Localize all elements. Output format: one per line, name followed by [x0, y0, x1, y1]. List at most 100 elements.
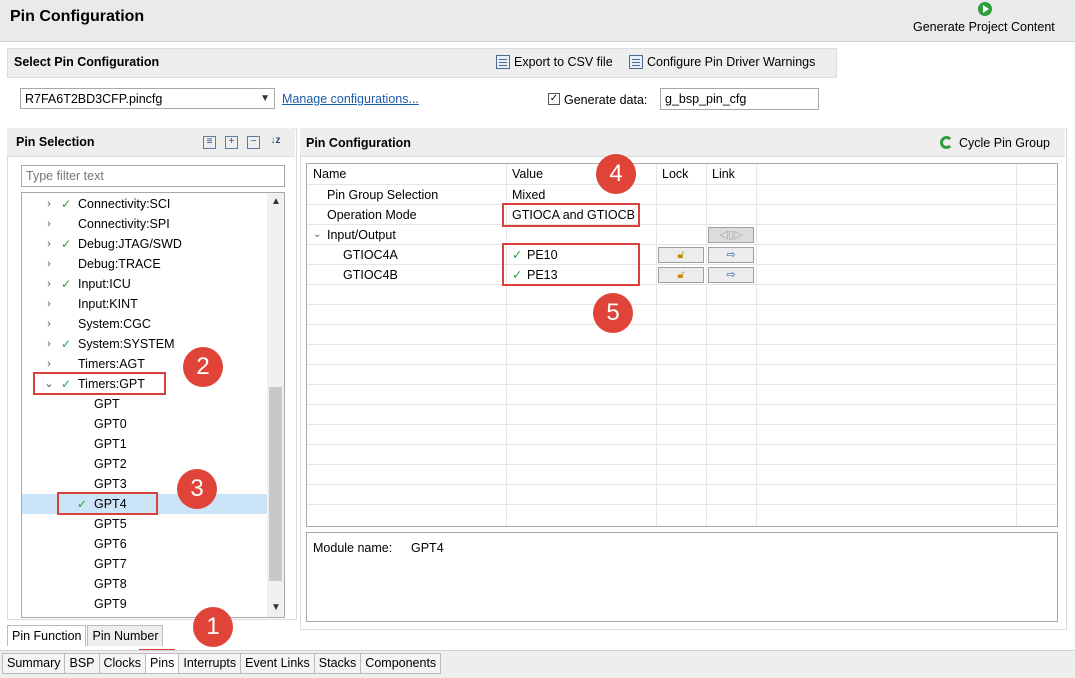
cycle-pin-group-button[interactable]: Cycle Pin Group [959, 136, 1050, 150]
generate-run-icon[interactable] [978, 2, 992, 16]
tree-item[interactable]: › ✓ Debug:JTAG/SWD [22, 234, 268, 254]
collapse-all-icon[interactable]: − [247, 136, 260, 149]
pin-config-select[interactable]: R7FA6T2BD3CFP.pincfg ▼ [20, 88, 275, 109]
scroll-up-icon[interactable]: ▲ [271, 196, 281, 207]
tree-item[interactable]: › ✓ System:SYSTEM [22, 334, 268, 354]
tree-item[interactable]: GPT3 [22, 474, 268, 494]
generate-data-input[interactable]: g_bsp_pin_cfg [660, 88, 819, 110]
tree-item[interactable]: GPT0 [22, 414, 268, 434]
list-view-icon[interactable]: ≡ [203, 136, 216, 149]
grid-column-line [1016, 164, 1017, 526]
tree-item[interactable]: › ✓ Connectivity:SCI [22, 194, 268, 214]
filter-input[interactable]: Type filter text [21, 165, 285, 187]
link-button[interactable]: ⇨ [708, 247, 754, 263]
tab-bsp[interactable]: BSP [64, 653, 100, 674]
pin-config-table: Name Value Lock Link Pin Group Selection… [306, 163, 1058, 527]
cycle-icon [940, 136, 953, 149]
grid-row-line [307, 344, 1057, 345]
chevron-right-icon[interactable]: › [44, 294, 54, 314]
tree-item[interactable]: GPT9 [22, 594, 268, 614]
tree-item[interactable]: › Connectivity:SPI [22, 214, 268, 234]
grid-row-line [307, 504, 1057, 505]
pin-configuration-title: Pin Configuration [306, 136, 411, 150]
tree-scrollbar[interactable]: ▲ ▼ [267, 193, 284, 617]
callout-2: 2 [183, 347, 223, 387]
chevron-right-icon[interactable]: › [44, 314, 54, 334]
tree-item-label: GPT3 [94, 477, 127, 491]
tree-item[interactable]: › System:CGC [22, 314, 268, 334]
tab-event-links[interactable]: Event Links [240, 653, 315, 674]
expand-all-icon[interactable]: + [225, 136, 238, 149]
tree-item[interactable]: GPT1 [22, 434, 268, 454]
chevron-down-icon: ▼ [260, 93, 270, 104]
tab-summary[interactable]: Summary [2, 653, 66, 674]
chevron-right-icon[interactable]: › [44, 334, 54, 354]
tab-pin-number[interactable]: Pin Number [87, 625, 164, 646]
tab-pins[interactable]: Pins [145, 653, 180, 674]
column-header-value[interactable]: Value [512, 164, 543, 184]
grid-row-line [307, 484, 1057, 485]
lock-button[interactable]: 🔓︎ [658, 267, 704, 283]
column-header-link[interactable]: Link [712, 164, 735, 184]
tree-item-label: GPT1 [94, 437, 127, 451]
grid-row-line [307, 464, 1057, 465]
generate-data-checkbox[interactable]: ✓ [548, 93, 560, 105]
link-button[interactable]: ⇨ [708, 267, 754, 283]
tree-item-label: GPT9 [94, 597, 127, 611]
check-icon: ✓ [61, 197, 72, 211]
check-icon: ✓ [61, 337, 72, 351]
tab-clocks[interactable]: Clocks [98, 653, 147, 674]
module-name-value: GPT4 [411, 541, 444, 555]
manage-configurations-link[interactable]: Manage configurations... [282, 92, 419, 106]
row-name-gtioc4a: GTIOC4A [343, 248, 398, 262]
tree-item[interactable]: › Input:KINT [22, 294, 268, 314]
export-csv-button[interactable]: Export to CSV file [496, 55, 613, 69]
link-disabled-button: ◁▯▷ [708, 227, 754, 243]
scroll-down-icon[interactable]: ▼ [271, 602, 281, 613]
chevron-down-icon[interactable]: ⌄ [313, 225, 321, 245]
lock-open-icon: 🔓︎ [677, 269, 685, 281]
tab-pin-function[interactable]: Pin Function [7, 625, 87, 646]
callout-3: 3 [177, 469, 217, 509]
column-header-name[interactable]: Name [313, 164, 346, 184]
chevron-right-icon[interactable]: › [44, 354, 54, 374]
export-csv-label: Export to CSV file [514, 55, 613, 69]
tree-item[interactable]: GPT7 [22, 554, 268, 574]
grid-row-line [307, 244, 1057, 245]
generate-project-content-button[interactable]: Generate Project Content [913, 20, 1055, 34]
module-info-box: Module name: GPT4 [306, 532, 1058, 622]
tree-item-label: System:SYSTEM [78, 337, 175, 351]
generate-data-label: Generate data: [564, 93, 648, 107]
tab-components[interactable]: Components [360, 653, 442, 674]
tree-item[interactable]: › Timers:AGT [22, 354, 268, 374]
tree-item-label: System:CGC [78, 317, 151, 331]
grid-row-line [307, 324, 1057, 325]
tree-item[interactable]: GPT [22, 394, 268, 414]
tree-item[interactable]: GPT2 [22, 454, 268, 474]
chevron-right-icon[interactable]: › [44, 234, 54, 254]
chevron-right-icon[interactable]: › [44, 214, 54, 234]
chevron-right-icon[interactable]: › [44, 254, 54, 274]
lock-button[interactable]: 🔓︎ [658, 247, 704, 263]
tree-item-label: Input:ICU [78, 277, 131, 291]
row-name-pin-group: Pin Group Selection [327, 188, 439, 202]
editor-tabs: Summary BSP Clocks Pins Interrupts Event Link… [2, 653, 442, 674]
scrollbar-thumb[interactable] [269, 387, 282, 581]
tree-item[interactable]: GPT6 [22, 534, 268, 554]
callout-1: 1 [193, 607, 233, 647]
row-value-pin-group[interactable]: Mixed [512, 185, 545, 205]
tab-interrupts[interactable]: Interrupts [178, 653, 242, 674]
chevron-right-icon[interactable]: › [44, 274, 54, 294]
tree-item[interactable]: › Debug:TRACE [22, 254, 268, 274]
column-header-lock[interactable]: Lock [662, 164, 688, 184]
page-title: Pin Configuration [10, 8, 145, 25]
arrow-right-icon: ⇨ [726, 269, 736, 281]
tab-stacks[interactable]: Stacks [313, 653, 362, 674]
chevron-right-icon[interactable]: › [44, 194, 54, 214]
sort-az-icon[interactable]: ↓z [269, 136, 282, 149]
tree-item-label: Timers:AGT [78, 357, 145, 371]
configure-warnings-button[interactable]: Configure Pin Driver Warnings [629, 55, 815, 69]
tree-item[interactable]: GPT5 [22, 514, 268, 534]
tree-item[interactable]: GPT8 [22, 574, 268, 594]
tree-item[interactable]: › ✓ Input:ICU [22, 274, 268, 294]
